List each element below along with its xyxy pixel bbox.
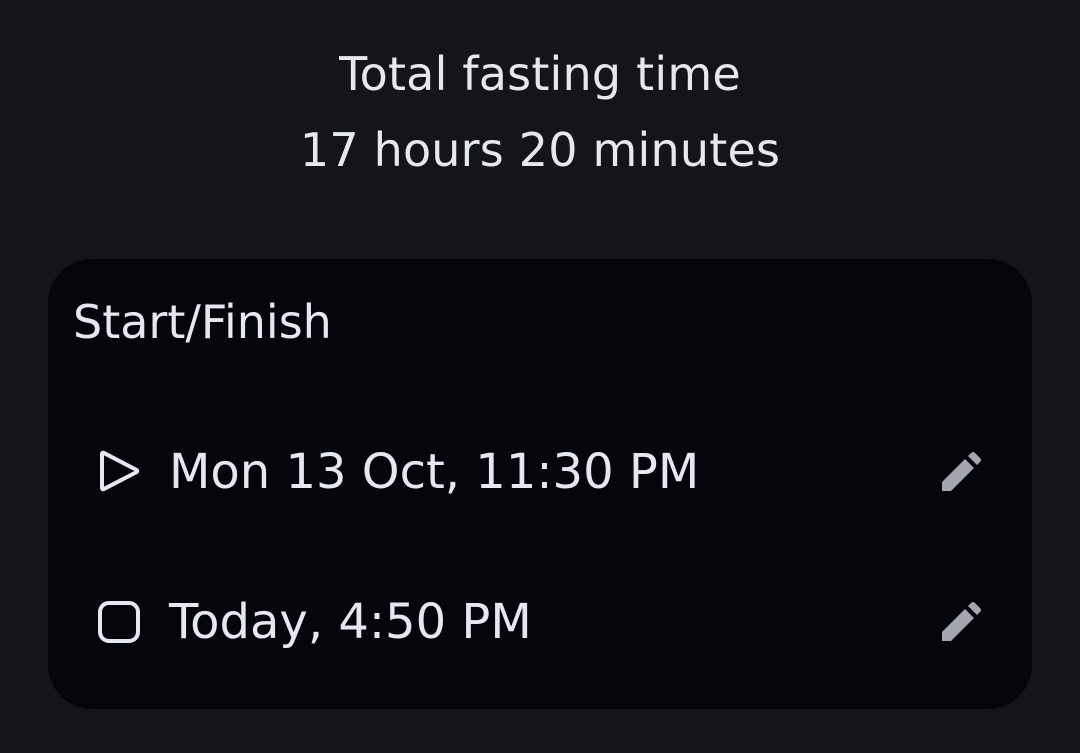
fasting-duration: 17 hours 20 minutes [299, 123, 781, 177]
start-time-row[interactable]: Mon 13 Oct, 11:30 PM [48, 412, 1032, 532]
fasting-summary: Total fasting time 17 hours 20 minutes [0, 36, 1080, 188]
card-title: Start/Finish [73, 295, 332, 349]
start-finish-card: Start/Finish Mon 13 Oct, 11:30 PM Today,… [48, 259, 1032, 709]
play-icon [96, 449, 142, 495]
finish-time-row[interactable]: Today, 4:50 PM [48, 562, 1032, 682]
edit-finish-button[interactable] [932, 595, 988, 651]
pencil-icon [942, 452, 981, 491]
start-time-label: Mon 13 Oct, 11:30 PM [169, 444, 700, 500]
finish-time-label: Today, 4:50 PM [169, 594, 532, 650]
summary-title: Total fasting time [339, 47, 741, 101]
stop-icon [96, 599, 142, 645]
edit-start-button[interactable] [932, 445, 988, 501]
pencil-icon [942, 602, 981, 641]
